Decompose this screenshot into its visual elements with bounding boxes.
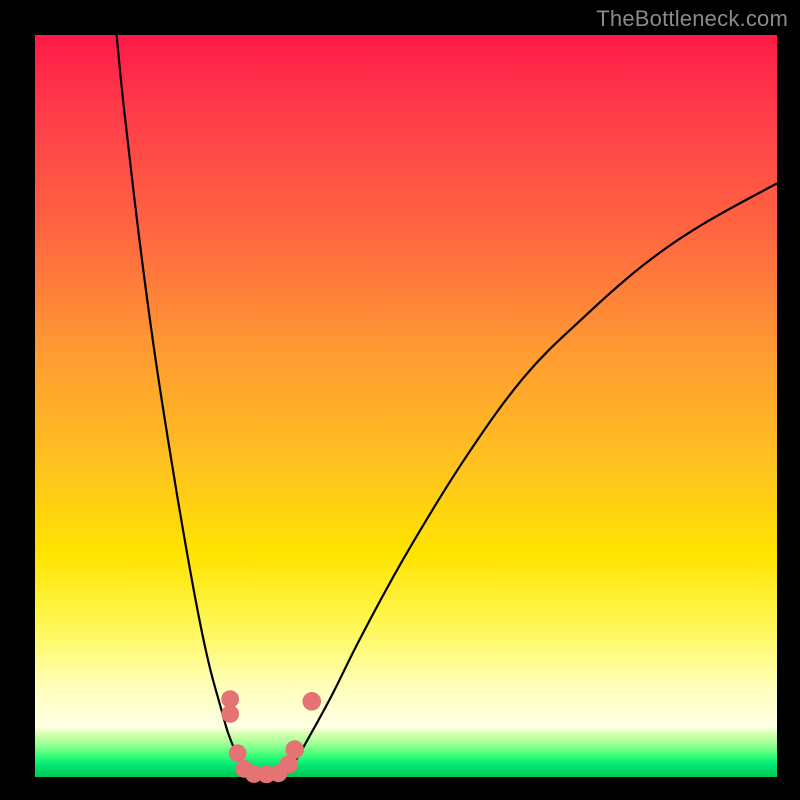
chart-svg xyxy=(35,35,777,777)
data-marker xyxy=(221,705,239,723)
markers-group xyxy=(221,690,321,783)
curve-right-branch xyxy=(287,183,777,772)
watermark-text: TheBottleneck.com xyxy=(596,6,788,32)
data-marker xyxy=(285,740,304,759)
data-marker xyxy=(229,744,247,762)
outer-frame: TheBottleneck.com xyxy=(0,0,800,800)
curve-left-branch xyxy=(117,35,248,773)
data-marker xyxy=(302,692,321,711)
plot-area xyxy=(35,35,777,777)
